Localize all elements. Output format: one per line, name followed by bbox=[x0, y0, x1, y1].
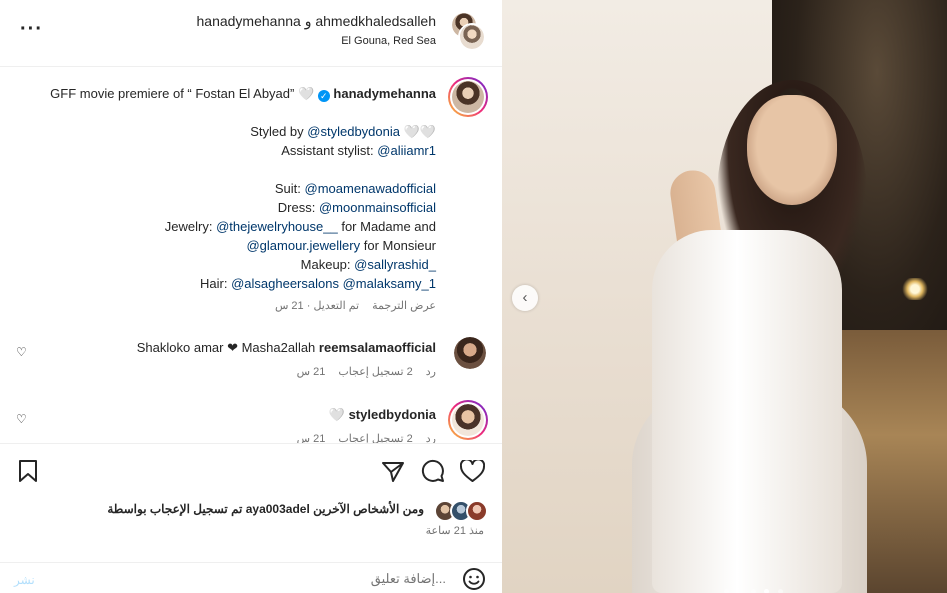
post-caption: GFF movie premiere of “ Fostan El Abyad”… bbox=[16, 84, 436, 293]
media-person-dress bbox=[652, 230, 842, 593]
comment-time: 21 س bbox=[296, 366, 326, 378]
more-options-icon[interactable]: ··· bbox=[20, 18, 43, 41]
makeup-label: Makeup: bbox=[300, 257, 351, 272]
comment-avatar[interactable] bbox=[454, 337, 486, 369]
styled-by-emoji: 🤍🤍 bbox=[403, 124, 436, 139]
caption-meta: عرض الترجمة تم التعديل · 21 س bbox=[265, 299, 436, 312]
styled-by-tag[interactable]: @styledbydonia bbox=[307, 124, 400, 139]
carousel-dot bbox=[777, 589, 783, 593]
comment-reply[interactable]: رد bbox=[426, 366, 436, 378]
comment-input[interactable]: إضافة تعليق... bbox=[371, 571, 446, 587]
carousel-dot bbox=[750, 589, 756, 593]
share-icon[interactable] bbox=[382, 460, 404, 487]
like-icon[interactable] bbox=[459, 458, 486, 487]
caption-title: GFF movie premiere of “ Fostan El Abyad”… bbox=[50, 86, 315, 101]
emoji-icon[interactable] bbox=[462, 567, 486, 593]
carousel-prev-button[interactable]: ‹ bbox=[512, 285, 538, 311]
jewelry-suffix: for Madame and bbox=[341, 219, 436, 234]
suit-label: Suit: bbox=[274, 181, 301, 196]
post-header: ··· hanadymehanna و ahmedkhaledsalleh El… bbox=[0, 0, 502, 67]
add-comment-bar: نشر إضافة تعليق... bbox=[0, 562, 502, 593]
media-person-face bbox=[747, 95, 837, 205]
post-time: منذ 21 ساعة bbox=[425, 525, 484, 537]
post-media[interactable]: ‹ bbox=[502, 0, 947, 593]
makeup-tag[interactable]: @sallyrashid_ bbox=[354, 257, 436, 272]
comment-meta: رد 2 تسجيل إعجاب 21 س bbox=[287, 365, 436, 378]
jewelry-suffix-2: for Monsieur bbox=[363, 238, 436, 253]
carousel-dot-active bbox=[764, 589, 770, 593]
translate-link[interactable]: عرض الترجمة bbox=[372, 300, 436, 312]
comment-text: Shakloko amar ❤ Masha2allah bbox=[136, 340, 316, 355]
post-authors[interactable]: hanadymehanna و ahmedkhaledsalleh bbox=[197, 13, 437, 30]
suit-tag[interactable]: @moamenawadofficial bbox=[305, 181, 436, 196]
jewelry-tag-2[interactable]: @glamour.jewellery bbox=[246, 238, 360, 253]
carousel-dot bbox=[724, 589, 729, 593]
likes-summary[interactable]: تم تسجيل الإعجاب بواسطة aya003adel ومن ا… bbox=[107, 502, 424, 516]
jewelry-label: Jewelry: bbox=[164, 219, 213, 234]
comment-body: 🤍 styledbydonia bbox=[329, 407, 436, 423]
bookmark-icon[interactable] bbox=[18, 460, 38, 487]
hair-tag-2[interactable]: @malaksamy_1 bbox=[343, 276, 436, 291]
hair-label: Hair: bbox=[200, 276, 228, 291]
author-avatar-secondary[interactable] bbox=[458, 23, 486, 51]
dress-tag[interactable]: @moonmainsofficial bbox=[319, 200, 436, 215]
caption-username[interactable]: hanadymehanna bbox=[333, 86, 436, 101]
comment-icon[interactable] bbox=[421, 459, 445, 488]
assistant-tag[interactable]: @aliiamr1 bbox=[377, 143, 436, 158]
hair-tag-1[interactable]: @alsagheersalons bbox=[231, 276, 339, 291]
post-actions: تم تسجيل الإعجاب بواسطة aya003adel ومن ا… bbox=[0, 443, 502, 593]
comment-avatar[interactable] bbox=[448, 400, 488, 440]
comment-text: 🤍 bbox=[328, 407, 345, 422]
carousel-dot bbox=[737, 589, 743, 593]
carousel-dots bbox=[722, 581, 785, 593]
post-details-panel: ··· hanadymehanna و ahmedkhaledsalleh El… bbox=[0, 0, 503, 593]
post-location[interactable]: El Gouna, Red Sea bbox=[341, 35, 436, 47]
styled-by-label: Styled by bbox=[250, 124, 304, 139]
comment-username[interactable]: styledbydonia bbox=[349, 407, 436, 422]
comment-likes[interactable]: 2 تسجيل إعجاب bbox=[338, 366, 412, 378]
caption-avatar[interactable] bbox=[448, 77, 488, 117]
assistant-label: Assistant stylist: bbox=[281, 143, 374, 158]
jewelry-tag[interactable]: @thejewelryhouse__ bbox=[216, 219, 338, 234]
comment-body: Shakloko amar ❤ Masha2allah reemsalamaof… bbox=[137, 340, 436, 356]
dress-label: Dress: bbox=[277, 200, 316, 215]
caption-edited-time: تم التعديل · 21 س bbox=[274, 300, 360, 312]
liker-avatar[interactable] bbox=[466, 500, 488, 522]
comment-like-icon[interactable]: ♡ bbox=[16, 412, 27, 426]
media-lamp bbox=[902, 278, 928, 300]
verified-badge-icon: ✓ bbox=[317, 90, 330, 102]
post-comment-button[interactable]: نشر bbox=[14, 573, 35, 587]
comment-username[interactable]: reemsalamaofficial bbox=[319, 340, 436, 355]
comment-like-icon[interactable]: ♡ bbox=[16, 345, 27, 359]
